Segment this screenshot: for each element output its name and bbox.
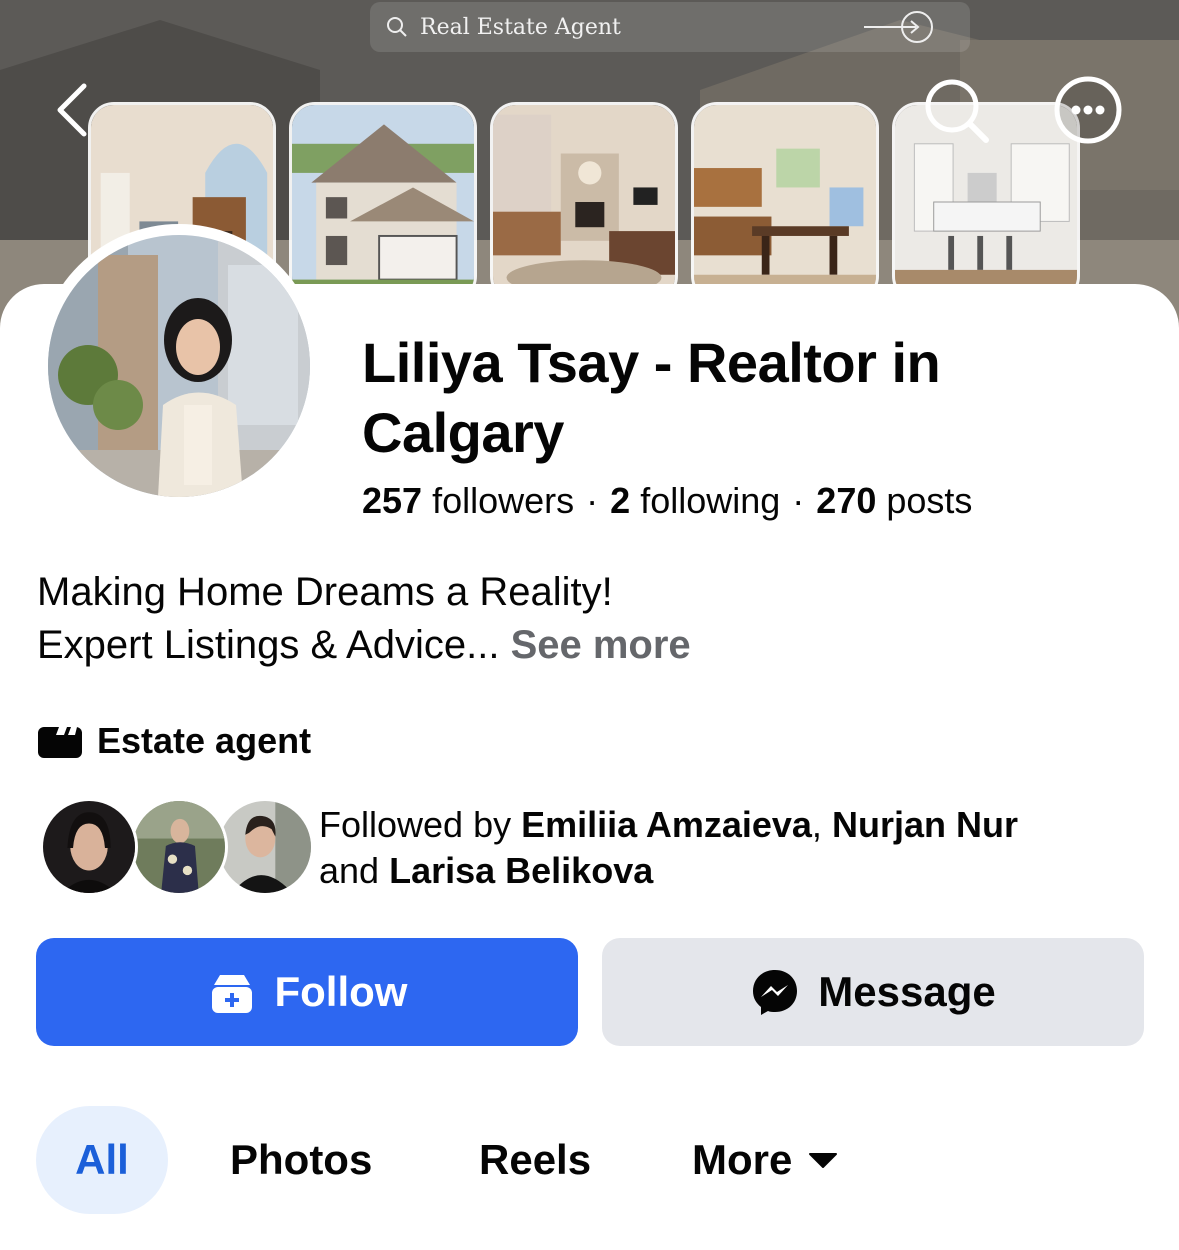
follow-button-label: Follow	[274, 968, 408, 1015]
bio-line-2: Expert Listings & Advice... See more	[37, 619, 691, 672]
following-label: following	[640, 480, 781, 521]
tab-all[interactable]: All	[36, 1106, 168, 1214]
profile-tabs: All Photos Reels More	[36, 1106, 1146, 1214]
followers-count: 257	[362, 480, 423, 521]
cover-search-text: Real Estate Agent	[420, 14, 621, 40]
thumbnail-kitchen-dining	[691, 102, 879, 302]
followed-by-conjunction: and	[319, 850, 380, 891]
followed-by-prefix: Followed by	[319, 804, 512, 845]
followed-by-text[interactable]: Followed by Emiliia Amzaieva, Nurjan Nur…	[319, 802, 1119, 894]
arrow-right-icon	[864, 11, 933, 43]
thumbnail-house-exterior	[289, 102, 477, 302]
posts-label: posts	[886, 480, 973, 521]
follower-name: Nurjan Nur	[831, 804, 1018, 845]
avatar	[130, 798, 228, 896]
messenger-icon	[753, 970, 798, 1015]
avatar	[40, 798, 138, 896]
tab-photos[interactable]: Photos	[230, 1106, 372, 1214]
message-button[interactable]: Message	[602, 938, 1144, 1046]
bio-line-1: Making Home Dreams a Reality!	[37, 570, 613, 614]
followers-label: followers	[432, 480, 575, 521]
search-icon	[387, 17, 407, 37]
cover-search-bar[interactable]: Real Estate Agent	[370, 2, 970, 52]
back-icon[interactable]	[50, 78, 98, 142]
tab-reels[interactable]: Reels	[479, 1106, 591, 1214]
avatar[interactable]	[48, 235, 310, 497]
stat-separator: ·	[586, 480, 599, 521]
caret-down-icon	[809, 1153, 838, 1168]
avatar	[216, 798, 314, 896]
follow-plus-icon	[211, 975, 252, 1013]
posts-count: 270	[816, 480, 877, 521]
following-stat[interactable]: 2 following	[610, 480, 780, 521]
profile-stats: 257 followers · 2 following · 270 posts	[362, 480, 972, 522]
follower-name: Emiliia Amzaieva	[521, 804, 812, 845]
followers-stat[interactable]: 257 followers	[362, 480, 574, 521]
comma: ,	[811, 804, 822, 845]
tab-more[interactable]: More	[692, 1106, 838, 1214]
posts-stat: 270 posts	[816, 480, 972, 521]
message-button-label: Message	[818, 968, 996, 1015]
category-row: Estate agent	[37, 720, 311, 762]
bio: Making Home Dreams a Reality! Expert Lis…	[37, 566, 691, 672]
follower-name: Larisa Belikova	[389, 850, 654, 891]
thumbnail-family-room	[490, 102, 678, 302]
category-label: Estate agent	[97, 720, 312, 761]
see-more-link[interactable]: See more	[511, 623, 691, 667]
follow-button[interactable]: Follow	[36, 938, 578, 1046]
more-icon[interactable]	[1052, 74, 1124, 146]
following-count: 2	[610, 480, 631, 521]
clapperboard-icon	[38, 727, 82, 758]
bio-line-2-text: Expert Listings & Advice...	[37, 623, 500, 667]
tab-more-label: More	[692, 1136, 793, 1183]
page-title: Liliya Tsay - Realtor in Calgary	[362, 331, 941, 464]
search-icon[interactable]	[920, 74, 992, 146]
stat-separator: ·	[792, 480, 805, 521]
